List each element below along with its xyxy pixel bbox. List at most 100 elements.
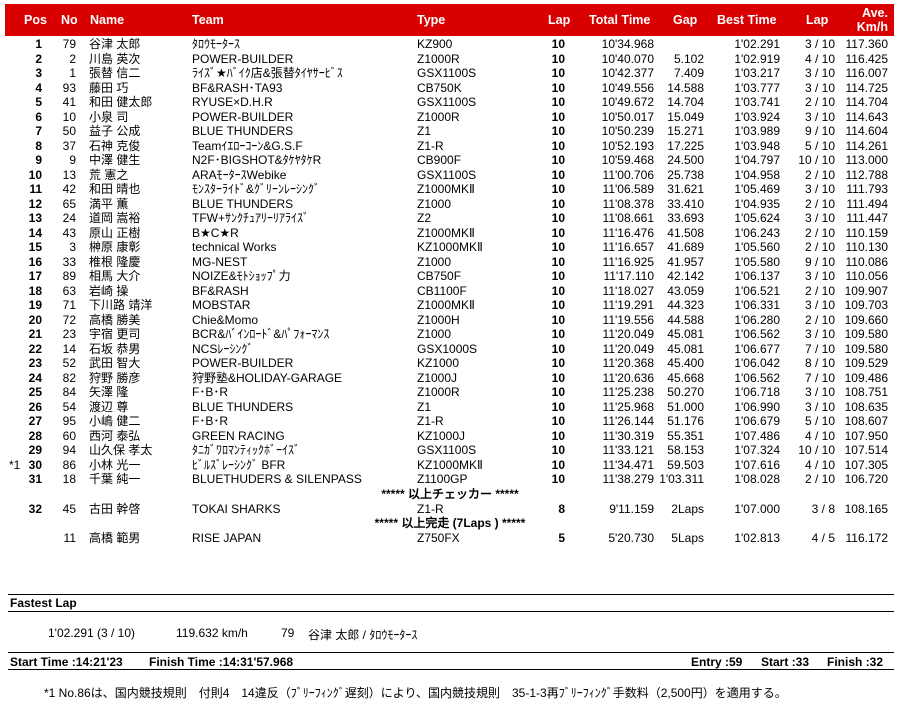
table-row: 5 41 和田 健太郎 RYUSE×D.H.R GSX1100S 10 10'49.672 1… [0,95,900,110]
cell-ave: 116.172 [845,531,889,545]
cell-type: GSX1100S [417,167,477,182]
cell-team: B★C★R [192,225,239,240]
cell-ave: 108.165 [844,501,888,516]
cell-lap: 10 [551,51,565,66]
cell-lap: 10 [551,109,565,124]
cell-gap: 51.176 [667,414,704,428]
cell-best-time: 1'05.624 [734,211,780,225]
cell-gap: 45.081 [667,327,704,341]
fastest-lap-no: 79 [281,626,295,640]
cell-ave: 107.305 [844,457,888,472]
cell-no: 1 [69,66,76,80]
cell-no: 84 [62,385,76,399]
cell-ave: 111.494 [846,196,888,211]
cell-best-lap: 2 / 10 [804,283,835,298]
cell-no: 63 [62,283,76,298]
cell-name: 小林 光一 [89,457,141,472]
cell-no: 54 [62,399,76,414]
header-type: Type [417,13,446,27]
cell-team: ﾀﾆｶﾞﾜﾛﾏﾝﾃｨｯｸﾎﾞｰｲｽﾞ [192,443,301,457]
cell-type: Z1100GP [417,472,468,486]
cell-name: 渡辺 尊 [89,399,129,414]
cell-team: Teamｲｴﾛｰｺｰﾝ&G.S.F [192,138,303,153]
cell-name: 張替 信二 [89,66,141,80]
cell-name: 西河 泰弘 [89,428,141,443]
cell-team: RYUSE×D.H.R [192,95,273,109]
results-table: 1 79 谷津 太郎 ﾀﾛｳﾓｰﾀｰｽ KZ900 10 10'34.968 1'02.291… [0,37,900,546]
cell-lap: 10 [551,312,565,327]
cell-type: Z1000 [417,327,452,341]
cell-lap: 10 [551,428,565,443]
cell-best-lap: 4 / 10 [804,457,835,472]
cell-best-lap: 7 / 10 [804,341,835,356]
cell-name: 武田 智大 [89,356,141,370]
cell-ave: 117.360 [845,37,889,51]
cell-best-time: 1'07.000 [734,501,780,516]
header-team: Team [192,13,224,27]
divider-footer-top [8,652,894,653]
cell-team: MG-NEST [192,254,248,269]
cell-name: 荒 憲之 [89,167,129,182]
cell-type: Z1-R [417,138,444,153]
cell-best-time: 1'06.677 [734,341,780,356]
table-row: 28 60 西河 泰弘 GREEN RACING KZ1000J 10 11'30.319 5… [0,429,900,444]
table-row: 27 95 小嶋 健二 F･B･R Z1-R 10 11'26.144 51.176 1'06.… [0,414,900,429]
table-row: 13 24 道岡 嵩裕 TFW+ｻﾝｸﾁｭｱﾘｰﾘｱﾗｲｽﾞ Z2 10 11'08.661… [0,211,900,226]
cell-type: Z1000 [417,254,452,269]
table-row: 12 65 満平 薫 BLUE THUNDERS Z1000 10 11'08.378 33.… [0,197,900,212]
cell-no: 14 [62,341,76,356]
results-header: Pos No Name Team Type Lap Total Time Gap… [5,4,894,36]
table-row: 7 50 益子 公成 BLUE THUNDERS Z1 10 10'50.239 15.271… [0,124,900,139]
cell-team: BLUE THUNDERS [192,399,294,414]
header-pos: Pos [24,13,47,27]
cell-best-time: 1'03.741 [734,95,780,109]
cell-best-lap: 2 / 10 [804,167,835,182]
cell-ave: 109.660 [844,312,888,327]
cell-lap: 10 [551,269,565,283]
cell-best-time: 1'02.919 [734,51,780,66]
cell-best-lap: 4 / 10 [804,428,835,443]
cell-total-time: 11'16.925 [602,254,654,269]
cell-ave: 109.703 [844,298,888,312]
table-row: 20 72 高橋 勝美 Chie&Momo Z1000H 10 11'19.556 44.58… [0,313,900,328]
cell-total-time: 11'30.319 [602,428,654,443]
start-time: Start Time :14:21'23 [10,655,123,669]
cell-team: ARAﾓｰﾀｰｽWebike [192,167,287,182]
cell-team: GREEN RACING [192,428,285,443]
cell-type: Z750FX [417,531,460,545]
cell-type: Z1-R [417,414,444,428]
table-row: 11 42 和田 晴也 ﾓﾝｽﾀｰﾗｲﾄﾞ&ｸﾞﾘｰﾝﾚｰｼﾝｸﾞ Z1000MKⅡ 10… [0,182,900,197]
cell-best-time: 1'06.243 [734,225,780,240]
cell-no: 9 [69,153,76,167]
cell-no: 18 [62,472,76,486]
header-gap: Gap [673,13,698,27]
cell-lap: 10 [551,80,565,95]
cell-pos: 31 [28,472,42,486]
cell-type: KZ1000MKⅡ [417,240,483,254]
cell-best-lap: 3 / 10 [804,80,835,95]
cell-ave: 114.643 [845,109,889,124]
cell-pos: 10 [28,167,42,182]
cell-gap: 7.409 [673,66,704,80]
cell-total-time: 11'20.368 [602,356,654,370]
cell-best-lap: 3 / 10 [804,399,835,414]
cell-team: BLUETHUDERS & SILENPASS [192,472,362,486]
cell-pos: 3 [35,66,42,80]
cell-best-lap: 4 / 10 [804,51,835,66]
cell-pos: 15 [28,240,42,254]
cell-best-lap: 9 / 10 [804,124,835,138]
cell-best-time: 1'08.028 [734,472,780,486]
cell-best-lap: 3 / 10 [804,37,835,51]
cell-type: Z1000J [417,370,458,385]
cell-total-time: 11'16.657 [602,240,654,254]
cell-lap: 10 [551,138,565,153]
table-row: 21 23 宇宿 更司 BCR&ﾊﾞｲﾝﾛｰﾄﾞ&ﾊﾟﾌｫｰﾏﾝｽ Z1000 10 11'… [0,327,900,342]
fastest-lap-speed: 119.632 km/h [176,626,248,640]
cell-no: 2 [69,51,76,66]
cell-total-time: 10'52.193 [601,138,654,153]
cell-best-lap: 2 / 10 [804,472,835,486]
cell-type: Z1000R [417,51,460,66]
cell-ave: 109.580 [844,327,888,341]
cell-ave: 110.159 [845,225,889,240]
table-row: 29 94 山久保 孝太 ﾀﾆｶﾞﾜﾛﾏﾝﾃｨｯｸﾎﾞｰｲｽﾞ GSX1100S 10 11… [0,443,900,458]
